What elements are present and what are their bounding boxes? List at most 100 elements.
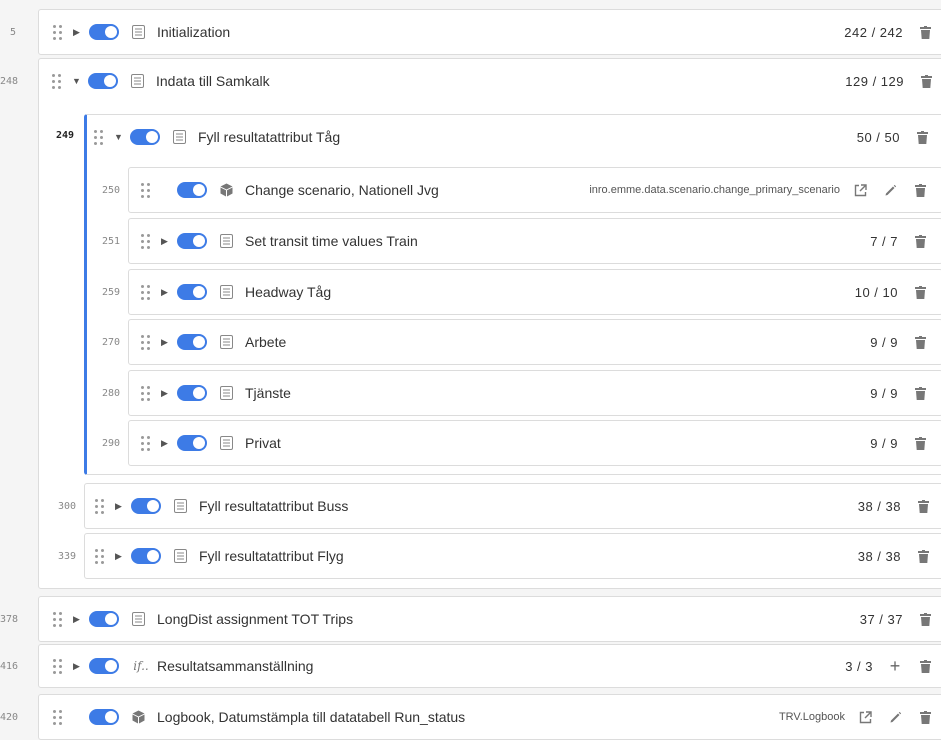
enabled-toggle[interactable] [89, 709, 119, 725]
line-number: 300 [57, 501, 76, 512]
drag-handle-icon[interactable] [53, 709, 65, 725]
caret-right-icon[interactable]: ▶ [73, 27, 83, 38]
caret-right-icon[interactable]: ▶ [161, 388, 171, 399]
if-condition-icon: if.. [133, 659, 149, 673]
drag-handle-icon[interactable] [52, 73, 64, 89]
enabled-toggle[interactable] [89, 24, 119, 40]
pencil-icon[interactable] [882, 182, 898, 198]
drag-handle-icon[interactable] [53, 24, 65, 40]
tool-path: inro.emme.data.scenario.change_primary_s… [589, 184, 840, 196]
tree-row-tjanste[interactable]: ▶ Tjänste 9 / 9 [128, 370, 941, 416]
trash-icon[interactable] [917, 611, 933, 627]
tree-row-fyll-tag[interactable]: ▼ Fyll resultatattribut Tåg 50 / 50 [84, 114, 941, 160]
enabled-toggle[interactable] [177, 385, 207, 401]
trash-icon[interactable] [917, 24, 933, 40]
trash-icon[interactable] [917, 709, 933, 725]
drag-handle-icon[interactable] [141, 385, 153, 401]
trash-icon[interactable] [915, 498, 931, 514]
cube-icon [131, 710, 145, 724]
trash-icon[interactable] [918, 73, 934, 89]
trash-icon[interactable] [915, 548, 931, 564]
tree-row-headway[interactable]: ▶ Headway Tåg 10 / 10 [128, 269, 941, 315]
caret-right-icon[interactable]: ▶ [161, 287, 171, 298]
drag-handle-icon[interactable] [94, 129, 106, 145]
line-number: 251 [101, 236, 120, 247]
drag-handle-icon[interactable] [141, 334, 153, 350]
caret-right-icon[interactable]: ▶ [161, 236, 171, 247]
pencil-icon[interactable] [887, 709, 903, 725]
item-count: 37 / 37 [859, 611, 903, 627]
line-number: 280 [101, 388, 120, 399]
drag-handle-icon[interactable] [141, 435, 153, 451]
tree-row-resultat[interactable]: ▶ if.. Resultatsammanställning 3 / 3 + [38, 644, 941, 688]
drag-handle-icon[interactable] [53, 611, 65, 627]
tree-row-fyll-buss[interactable]: ▶ Fyll resultatattribut Buss 38 / 38 [84, 483, 941, 529]
plus-icon[interactable]: + [887, 657, 903, 675]
row-label: Resultatsammanställning [157, 658, 314, 674]
caret-right-icon[interactable]: ▶ [115, 501, 125, 512]
item-count: 38 / 38 [857, 498, 901, 514]
enabled-toggle[interactable] [177, 334, 207, 350]
tree-row-indata[interactable]: ▼ Indata till Samkalk 129 / 129 [38, 58, 941, 104]
tool-path: TRV.Logbook [778, 711, 845, 723]
caret-right-icon[interactable]: ▶ [161, 438, 171, 449]
enabled-toggle[interactable] [88, 73, 118, 89]
drag-handle-icon[interactable] [95, 498, 107, 514]
enabled-toggle[interactable] [177, 182, 207, 198]
trash-icon[interactable] [914, 129, 930, 145]
tree-row-fyll-flyg[interactable]: ▶ Fyll resultatattribut Flyg 38 / 38 [84, 533, 941, 579]
tree-row-initialization[interactable]: ▶ Initialization 242 / 242 [38, 9, 941, 55]
tree-row-set-transit[interactable]: ▶ Set transit time values Train 7 / 7 [128, 218, 941, 264]
line-number: 248 [0, 76, 19, 87]
enabled-toggle[interactable] [131, 548, 161, 564]
enabled-toggle[interactable] [130, 129, 160, 145]
enabled-toggle[interactable] [89, 611, 119, 627]
tree-row-longdist[interactable]: ▶ LongDist assignment TOT Trips 37 / 37 [38, 596, 941, 642]
trash-icon[interactable] [912, 385, 928, 401]
line-number: 259 [101, 287, 120, 298]
trash-icon[interactable] [912, 182, 928, 198]
line-number: 416 [0, 661, 19, 672]
caret-right-icon[interactable]: ▶ [115, 551, 125, 562]
tree-row-privat[interactable]: ▶ Privat 9 / 9 [128, 420, 941, 466]
caret-down-icon[interactable]: ▼ [72, 76, 82, 86]
open-external-icon[interactable] [857, 709, 873, 725]
drag-handle-icon[interactable] [141, 182, 153, 198]
trash-icon[interactable] [912, 334, 928, 350]
trash-icon[interactable] [912, 284, 928, 300]
enabled-toggle[interactable] [131, 498, 161, 514]
enabled-toggle[interactable] [89, 658, 119, 674]
drag-handle-icon[interactable] [141, 233, 153, 249]
line-number: 420 [0, 712, 19, 723]
line-number: 378 [0, 614, 19, 625]
line-number: 250 [101, 185, 120, 196]
drag-handle-icon[interactable] [53, 658, 65, 674]
item-count: 242 / 242 [844, 24, 903, 40]
enabled-toggle[interactable] [177, 233, 207, 249]
trash-icon[interactable] [917, 658, 933, 674]
caret-right-icon[interactable]: ▶ [73, 614, 83, 625]
enabled-toggle[interactable] [177, 435, 207, 451]
line-number: 290 [101, 438, 120, 449]
caret-right-icon[interactable]: ▶ [161, 337, 171, 348]
drag-handle-icon[interactable] [141, 284, 153, 300]
list-icon [172, 130, 186, 144]
row-label: Tjänste [245, 385, 291, 401]
trash-icon[interactable] [912, 233, 928, 249]
tree-row-logbook[interactable]: ▶ Logbook, Datumstämpla till datatabell … [38, 694, 941, 740]
item-count: 3 / 3 [845, 658, 873, 674]
row-label: Fyll resultatattribut Flyg [199, 548, 344, 564]
list-icon [219, 436, 233, 450]
cube-icon [219, 183, 233, 197]
enabled-toggle[interactable] [177, 284, 207, 300]
trash-icon[interactable] [912, 435, 928, 451]
row-label: Logbook, Datumstämpla till datatabell Ru… [157, 709, 466, 725]
tree-row-change-scenario[interactable]: ▶ Change scenario, Nationell Jvg inro.em… [128, 167, 941, 213]
caret-down-icon[interactable]: ▼ [114, 132, 124, 142]
drag-handle-icon[interactable] [95, 548, 107, 564]
item-count: 50 / 50 [856, 129, 900, 145]
open-external-icon[interactable] [852, 182, 868, 198]
caret-right-icon[interactable]: ▶ [73, 661, 83, 672]
row-label: LongDist assignment TOT Trips [157, 611, 354, 627]
tree-row-arbete[interactable]: ▶ Arbete 9 / 9 [128, 319, 941, 365]
